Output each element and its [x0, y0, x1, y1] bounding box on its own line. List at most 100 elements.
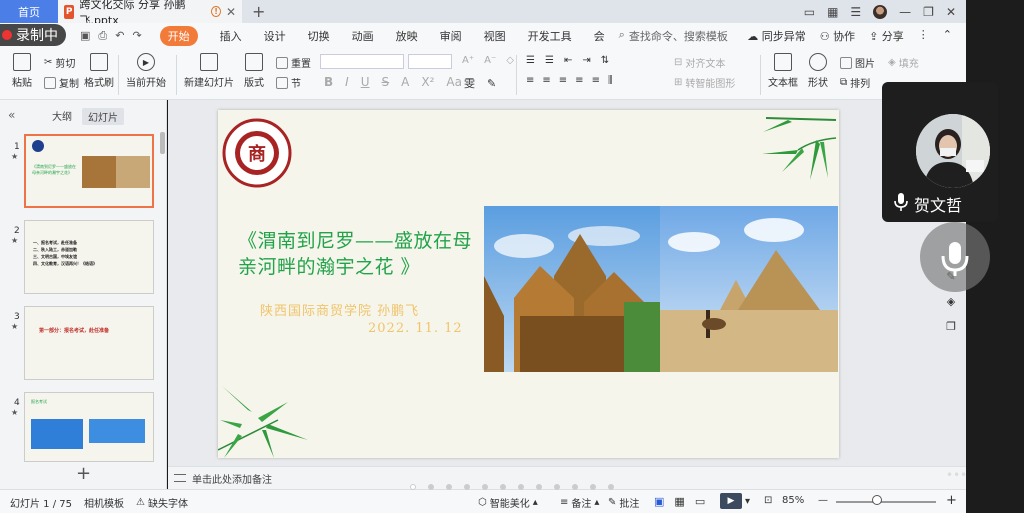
- columns-icon[interactable]: ⫼: [608, 75, 613, 86]
- cut-button[interactable]: ✂ 剪切: [44, 55, 75, 70]
- grid-icon[interactable]: ▦: [827, 5, 838, 19]
- fit-window-button[interactable]: ⊡: [764, 495, 772, 506]
- location-icon[interactable]: ◈: [947, 295, 955, 308]
- superscript-icon[interactable]: X²: [421, 75, 434, 89]
- textbox-button[interactable]: 文本框: [768, 53, 798, 89]
- menu-tab-member[interactable]: 会: [594, 28, 605, 44]
- page-dot[interactable]: [590, 484, 596, 490]
- paste-button[interactable]: 粘贴: [12, 53, 32, 89]
- play-from-current-button[interactable]: ▶ 当前开始: [126, 53, 166, 89]
- clear-format-icon[interactable]: ◇: [506, 55, 514, 66]
- image-button[interactable]: 图片: [840, 55, 875, 70]
- sync-status[interactable]: ☁ 同步异常: [747, 28, 806, 44]
- menu-tab-review[interactable]: 审阅: [440, 28, 462, 44]
- menu-tab-design[interactable]: 设计: [264, 28, 286, 44]
- smartart-button[interactable]: ⊞ 转智能图形: [674, 75, 735, 90]
- align-text-button[interactable]: ⊟ 对齐文本: [674, 55, 725, 70]
- command-search[interactable]: ⌕ 查找命令、搜索模板: [619, 28, 728, 44]
- increase-indent-icon[interactable]: ⇥: [582, 55, 590, 66]
- decrease-indent-icon[interactable]: ⇤: [564, 55, 572, 66]
- normal-view-icon[interactable]: ▣: [654, 495, 664, 508]
- panel-scrollbar[interactable]: [160, 132, 165, 154]
- page-dot[interactable]: [536, 484, 542, 490]
- menu-tab-start[interactable]: 开始: [159, 26, 198, 46]
- menu-tab-slideshow[interactable]: 放映: [396, 28, 418, 44]
- slide-title[interactable]: 《渭南到尼罗——盛放在母亲河畔的瀚宇之花 》: [238, 228, 473, 280]
- share-button[interactable]: ⇪ 分享: [869, 28, 904, 44]
- zoom-out-icon[interactable]: —: [818, 495, 828, 506]
- book-icon[interactable]: ❐: [946, 320, 956, 333]
- align-center-icon[interactable]: ≡: [542, 75, 550, 86]
- zoom-slider[interactable]: [836, 501, 936, 503]
- slide-thumbnail-1[interactable]: 《渭南到尼罗——盛放在 母亲河畔的瀚宇之花》: [24, 134, 154, 208]
- phonetic-icon[interactable]: 雯: [464, 75, 475, 91]
- italic-icon[interactable]: I: [345, 75, 349, 89]
- font-color-icon[interactable]: A: [401, 75, 409, 89]
- slideshow-button[interactable]: ▶ ▾: [720, 493, 750, 509]
- tab-outline[interactable]: 大纲: [52, 108, 72, 123]
- distribute-icon[interactable]: ≡: [592, 75, 600, 86]
- new-slide-button[interactable]: 新建幻灯片: [184, 53, 234, 89]
- add-slide-icon[interactable]: +: [76, 463, 91, 484]
- page-dot[interactable]: [518, 484, 524, 490]
- slide-date[interactable]: 2022. 11. 12: [368, 321, 463, 336]
- notes-toggle-button[interactable]: ≡ 备注 ▴: [560, 495, 599, 510]
- user-avatar[interactable]: [873, 4, 888, 19]
- slide-thumbnail-3[interactable]: 第一部分：报名考试，赴任准备: [24, 306, 154, 380]
- save-icon[interactable]: ▣: [80, 29, 90, 43]
- numbering-icon[interactable]: ☰: [545, 55, 554, 66]
- grow-font-icon[interactable]: A⁺: [462, 55, 474, 66]
- page-dot[interactable]: [464, 484, 470, 490]
- page-dot[interactable]: [446, 484, 452, 490]
- tab-slides[interactable]: 幻灯片: [82, 108, 124, 125]
- slide-author-line[interactable]: 陕西国际商贸学院 孙鹏飞: [260, 300, 419, 319]
- bold-icon[interactable]: B: [324, 75, 333, 89]
- reset-button[interactable]: 重置: [276, 55, 311, 70]
- slide-thumbnail-2[interactable]: 一、报名考试，赴任准备 二、秋入陆工，赤道加勒 三、文明古国，中埃友谊 四、文化…: [24, 220, 154, 294]
- fill-button[interactable]: ◈ 填充: [888, 55, 919, 70]
- reading-view-icon[interactable]: ▭: [695, 495, 705, 508]
- layout-button[interactable]: 版式: [244, 53, 264, 89]
- strikethrough-icon[interactable]: S: [382, 75, 390, 89]
- align-left-icon[interactable]: ≡: [526, 75, 534, 86]
- tab-home[interactable]: 首页: [0, 0, 58, 23]
- close-window-icon[interactable]: ✕: [946, 5, 956, 19]
- smart-beautify-button[interactable]: ⬡ 智能美化 ▴: [478, 495, 538, 510]
- shrink-font-icon[interactable]: A⁻: [484, 55, 496, 66]
- list-icon[interactable]: ☰: [850, 5, 861, 19]
- align-right-icon[interactable]: ≡: [559, 75, 567, 86]
- notes-placeholder[interactable]: 单击此处添加备注: [192, 471, 272, 486]
- zoom-in-icon[interactable]: +: [946, 493, 957, 508]
- redo-icon[interactable]: ↷: [132, 29, 141, 43]
- more-options-icon[interactable]: •••: [946, 468, 967, 482]
- font-family-select[interactable]: [320, 54, 404, 69]
- template-label[interactable]: 相机模板: [84, 495, 124, 510]
- slide-photo-collage[interactable]: [484, 206, 838, 372]
- page-dot[interactable]: [482, 484, 488, 490]
- tab-document[interactable]: P 跨文化交际 分享 孙鹏飞.pptx ! ✕: [58, 0, 242, 27]
- collapse-panel-icon[interactable]: «: [8, 108, 15, 122]
- change-case-icon[interactable]: Aa: [446, 75, 462, 89]
- menu-tab-transition[interactable]: 切换: [308, 28, 330, 44]
- text-direction-icon[interactable]: ⇅: [601, 55, 609, 66]
- missing-font-button[interactable]: ⚠ 缺失字体: [136, 495, 188, 510]
- close-tab-icon[interactable]: ✕: [226, 5, 236, 19]
- bullets-icon[interactable]: ☰: [526, 55, 535, 66]
- warning-icon[interactable]: !: [211, 6, 221, 17]
- add-tab-icon[interactable]: +: [252, 2, 265, 21]
- page-dot[interactable]: [428, 484, 434, 490]
- comments-button[interactable]: ✎ 批注: [608, 495, 639, 510]
- menu-tab-developer[interactable]: 开发工具: [528, 28, 572, 44]
- justify-icon[interactable]: ≡: [575, 75, 583, 86]
- zoom-level[interactable]: 85%: [782, 495, 804, 506]
- minimize-icon[interactable]: —: [899, 5, 911, 19]
- undo-icon[interactable]: ↶: [115, 29, 124, 43]
- zoom-slider-handle[interactable]: [872, 495, 882, 505]
- collapse-ribbon-icon[interactable]: ⌃: [943, 28, 952, 44]
- copy-button[interactable]: 复制: [44, 75, 79, 90]
- participant-video-card[interactable]: 贺文哲: [882, 82, 998, 222]
- underline-icon[interactable]: U: [361, 75, 370, 89]
- font-size-select[interactable]: [408, 54, 452, 69]
- page-dot[interactable]: [500, 484, 506, 490]
- more-menu-icon[interactable]: ⋮: [918, 28, 929, 44]
